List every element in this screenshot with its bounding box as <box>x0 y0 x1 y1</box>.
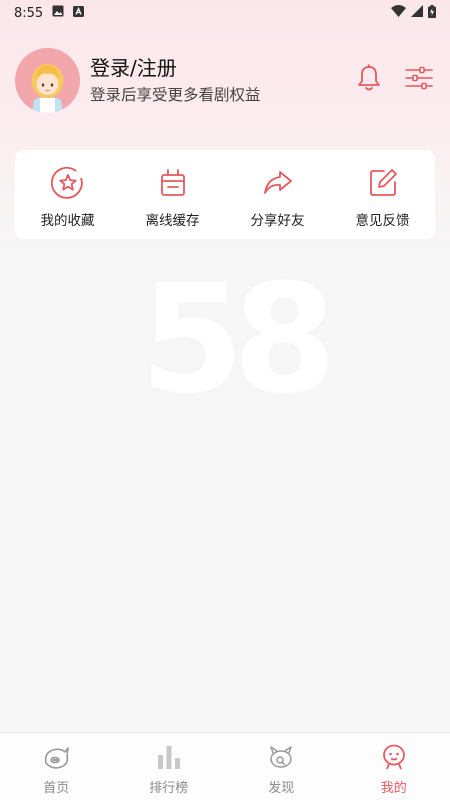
star-icon <box>50 166 85 200</box>
favorites-button[interactable]: 我的收藏 <box>15 150 120 239</box>
edit-icon <box>366 166 400 200</box>
settings-sliders-icon <box>405 66 433 94</box>
gallery-notification-icon <box>52 5 64 21</box>
bottom-navigation: 首页 排行榜 发现 我的 <box>0 732 450 800</box>
status-time: 8:55 <box>14 5 44 21</box>
nav-mine[interactable]: 我的 <box>338 733 450 800</box>
bell-icon <box>356 64 382 96</box>
login-benefit-subtitle: 登录后享受更多看剧权益 <box>90 86 261 104</box>
offline-cache-label: 离线缓存 <box>145 213 200 229</box>
nav-discover-label: 发现 <box>268 781 295 796</box>
share-friends-button[interactable]: 分享好友 <box>225 150 330 239</box>
download-box-icon <box>156 166 190 200</box>
settings-button[interactable] <box>404 65 434 95</box>
feedback-label: 意见反馈 <box>355 213 410 229</box>
logo-watermark: 58 <box>140 253 337 427</box>
nav-ranking-label: 排行榜 <box>149 781 189 796</box>
signal-icon <box>411 5 423 21</box>
avatar[interactable] <box>15 47 80 113</box>
battery-icon <box>428 4 436 22</box>
feedback-button[interactable]: 意见反馈 <box>330 150 435 239</box>
nav-mine-label: 我的 <box>380 781 407 796</box>
wifi-icon <box>391 5 406 21</box>
nav-ranking[interactable]: 排行榜 <box>113 733 226 800</box>
status-bar: 8:55 <box>0 0 450 26</box>
quick-actions-card: 我的收藏 离线缓存 分享好友 意见反馈 <box>15 150 435 239</box>
app-notification-icon <box>73 5 85 21</box>
nav-discover[interactable]: 发现 <box>225 733 338 800</box>
share-icon <box>261 166 295 200</box>
offline-cache-button[interactable]: 离线缓存 <box>120 150 225 239</box>
home-icon <box>41 742 71 772</box>
profile-text[interactable]: 登录/注册 登录后享受更多看剧权益 <box>90 55 261 105</box>
notification-bell-button[interactable] <box>354 64 384 96</box>
ranking-icon <box>154 742 184 772</box>
nav-home-label: 首页 <box>43 781 70 796</box>
nav-home[interactable]: 首页 <box>0 733 113 800</box>
favorites-label: 我的收藏 <box>40 213 95 229</box>
profile-header: 登录/注册 登录后享受更多看剧权益 <box>15 47 435 113</box>
share-friends-label: 分享好友 <box>250 213 305 229</box>
mine-icon <box>379 742 409 772</box>
discover-icon <box>266 742 296 772</box>
login-register-title[interactable]: 登录/注册 <box>90 55 261 81</box>
